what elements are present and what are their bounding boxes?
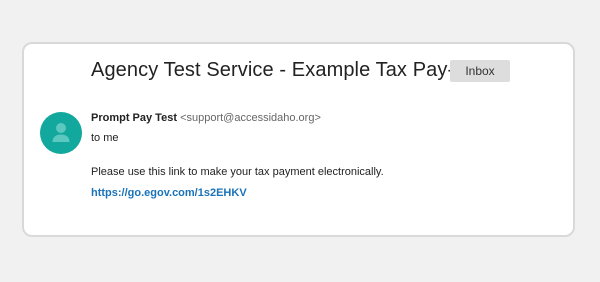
sender-line: Prompt Pay Test <support@accessidaho.org… <box>91 112 321 124</box>
inbox-label-badge[interactable]: Inbox <box>450 60 510 82</box>
person-icon <box>52 123 70 142</box>
email-subject: Agency Test Service - Example Tax Pay- <box>91 59 455 81</box>
sender-email: <support@accessidaho.org> <box>180 112 321 124</box>
email-body-text: Please use this link to make your tax pa… <box>91 166 384 178</box>
email-card: Agency Test Service - Example Tax Pay- I… <box>22 42 575 237</box>
recipient-line: to me <box>91 132 119 144</box>
payment-link[interactable]: https://go.egov.com/1s2EHKV <box>91 187 247 199</box>
sender-name: Prompt Pay Test <box>91 112 177 124</box>
sender-avatar <box>40 112 82 154</box>
